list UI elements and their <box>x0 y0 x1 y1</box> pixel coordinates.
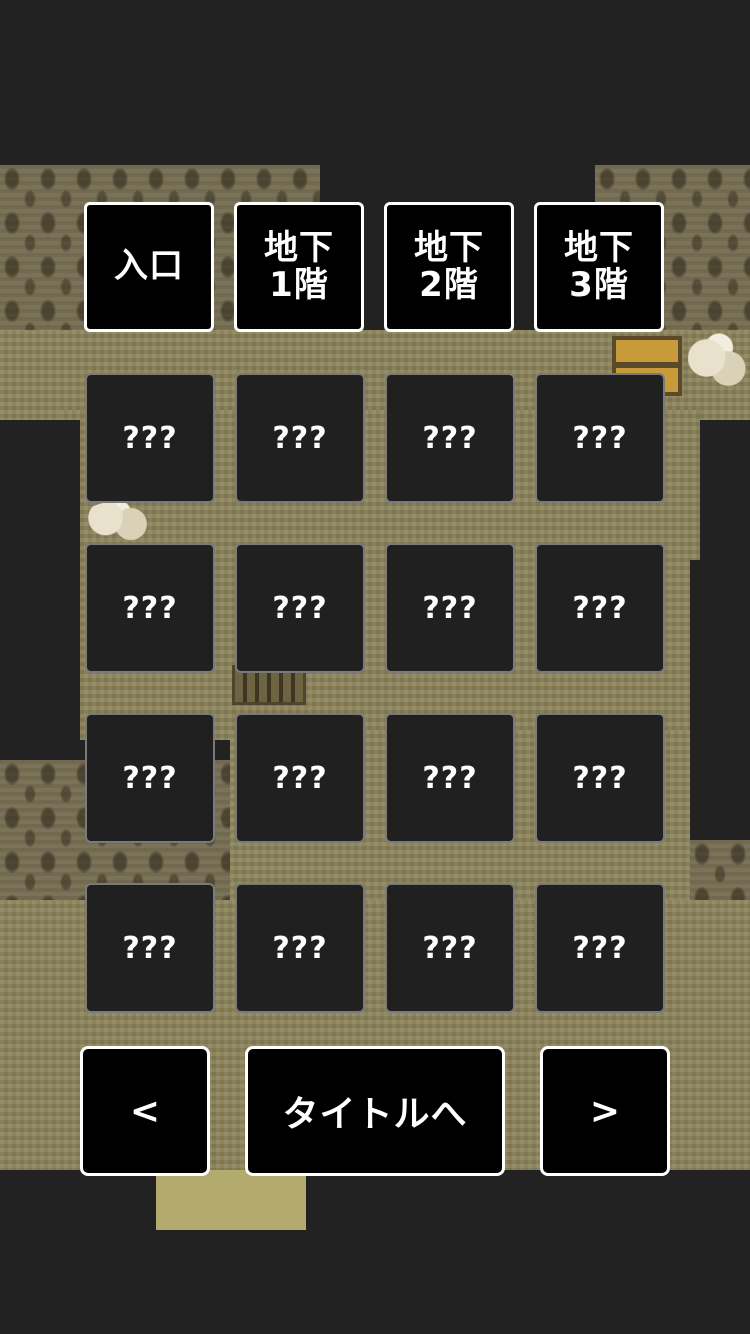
floor-button-label: 地下 2階 <box>414 227 484 305</box>
locked-slot[interactable]: ??? <box>385 713 515 843</box>
locked-slot[interactable]: ??? <box>85 713 215 843</box>
locked-slot-label: ??? <box>122 930 178 966</box>
locked-slot[interactable]: ??? <box>385 543 515 673</box>
locked-slot-label: ??? <box>572 420 628 456</box>
pit <box>0 420 80 760</box>
locked-slot-label: ??? <box>422 930 478 966</box>
locked-slot[interactable]: ??? <box>235 543 365 673</box>
locked-slot-label: ??? <box>272 760 328 796</box>
floor-button-b1[interactable]: 地下 1階 <box>234 202 364 332</box>
floor-button-label: 入口 <box>114 246 184 287</box>
locked-slot-label: ??? <box>122 420 178 456</box>
bones-icon <box>84 502 156 542</box>
locked-slot[interactable]: ??? <box>535 373 665 503</box>
locked-slot-label: ??? <box>272 930 328 966</box>
pit <box>690 760 750 840</box>
chevron-right-icon: > <box>589 1090 621 1132</box>
locked-slot[interactable]: ??? <box>85 543 215 673</box>
locked-slot[interactable]: ??? <box>385 883 515 1013</box>
locked-slot-label: ??? <box>422 420 478 456</box>
locked-slot[interactable]: ??? <box>385 373 515 503</box>
floor-button-label: 地下 3階 <box>564 227 634 305</box>
locked-slot-label: ??? <box>422 590 478 626</box>
floor-button-entrance[interactable]: 入口 <box>84 202 214 332</box>
floor-button-b3[interactable]: 地下 3階 <box>534 202 664 332</box>
back-to-title-button[interactable]: タイトルへ <box>245 1046 505 1176</box>
light-area <box>156 1170 306 1230</box>
locked-slot-label: ??? <box>572 930 628 966</box>
chevron-left-icon: < <box>129 1090 161 1132</box>
locked-slot[interactable]: ??? <box>235 713 365 843</box>
locked-slot-label: ??? <box>272 590 328 626</box>
locked-slot-label: ??? <box>422 760 478 796</box>
next-page-button[interactable]: > <box>540 1046 670 1176</box>
locked-slot[interactable]: ??? <box>235 883 365 1013</box>
prev-page-button[interactable]: < <box>80 1046 210 1176</box>
locked-slot[interactable]: ??? <box>235 373 365 503</box>
locked-slot-label: ??? <box>122 760 178 796</box>
locked-slot[interactable]: ??? <box>535 713 665 843</box>
locked-slot-label: ??? <box>572 590 628 626</box>
locked-slot-label: ??? <box>272 420 328 456</box>
floor-button-b2[interactable]: 地下 2階 <box>384 202 514 332</box>
bones-icon <box>688 330 750 400</box>
locked-slot-label: ??? <box>572 760 628 796</box>
locked-slot-label: ??? <box>122 590 178 626</box>
locked-slot[interactable]: ??? <box>535 883 665 1013</box>
locked-slot[interactable]: ??? <box>85 373 215 503</box>
back-to-title-label: タイトルへ <box>282 1094 468 1135</box>
locked-slot[interactable]: ??? <box>535 543 665 673</box>
floor-button-label: 地下 1階 <box>264 227 334 305</box>
pit <box>690 560 750 760</box>
locked-slot[interactable]: ??? <box>85 883 215 1013</box>
